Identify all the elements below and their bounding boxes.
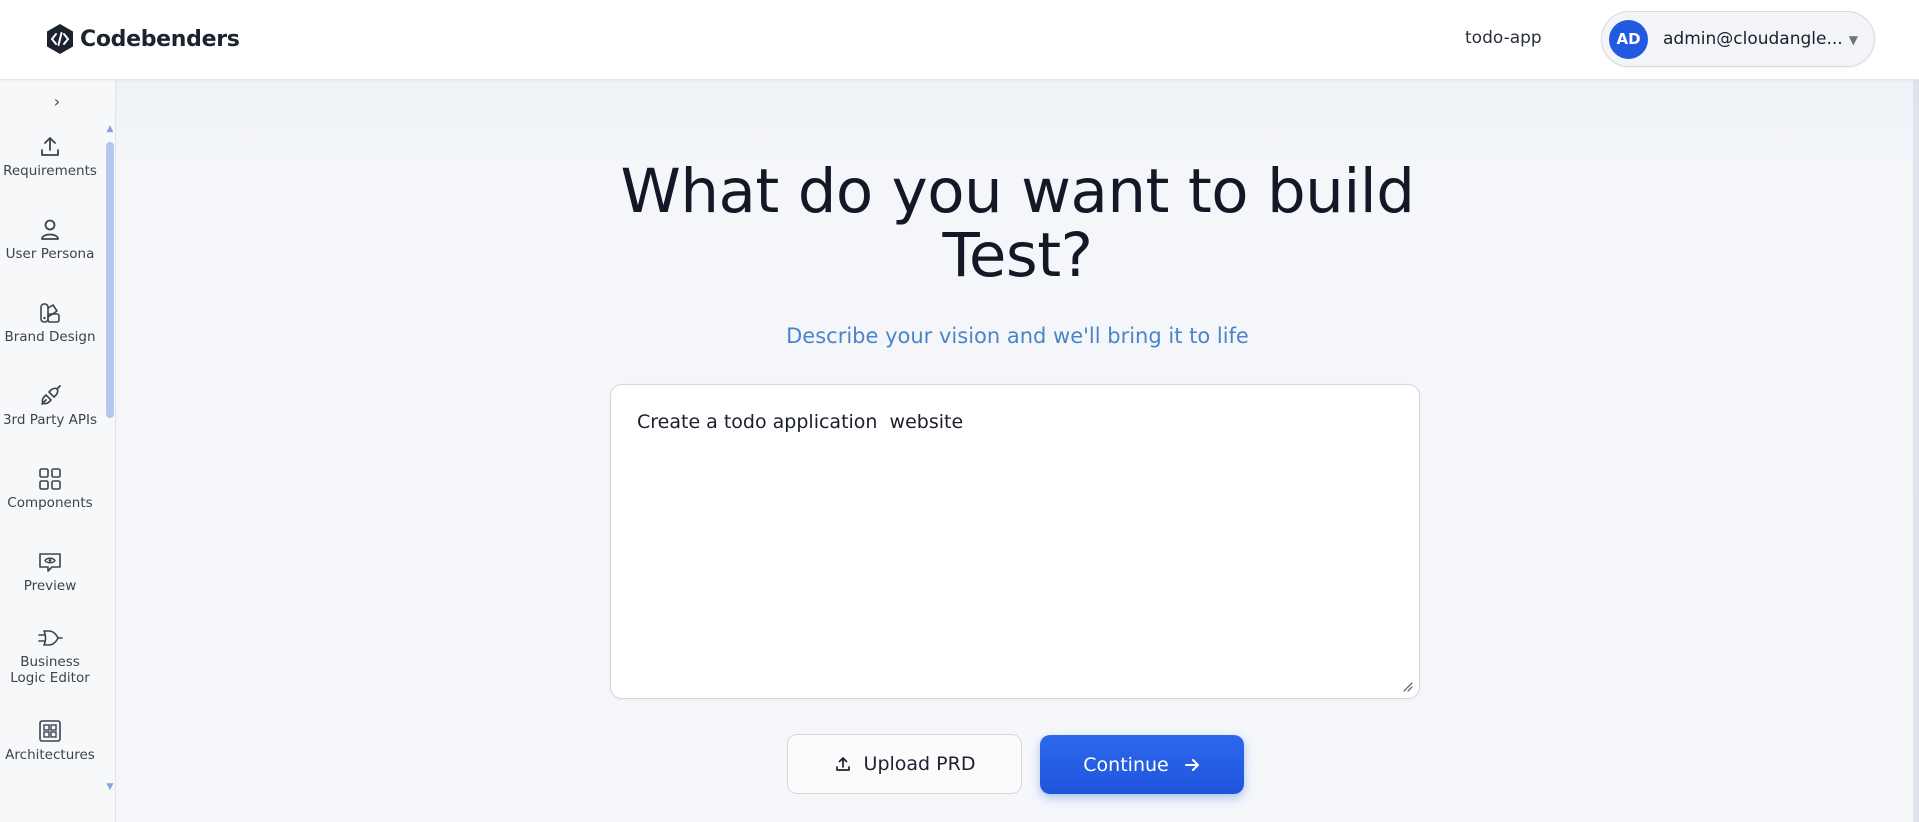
prompt-textarea[interactable]: Create a todo application website [610,384,1420,699]
scroll-down-arrow-icon[interactable]: ▼ [105,782,115,792]
resize-handle-icon[interactable] [1403,682,1413,692]
avatar: AD [1609,19,1648,59]
sidebar-item-architectures[interactable]: Architectures [0,718,100,763]
sidebar-item-user-persona[interactable]: User Persona [0,217,100,262]
sidebar-item-label: Components [7,495,93,511]
code-hexagon-icon [44,22,76,56]
plug-icon [41,385,61,405]
prompt-text[interactable]: Create a todo application website [637,411,1393,433]
chevron-right-icon[interactable]: › [44,90,70,112]
sidebar-item-label-line-2: Logic Editor [10,670,90,686]
sidebar: › Requirements User Persona Brand Design [0,80,116,822]
brand-logo[interactable]: Codebenders [44,22,240,56]
sidebar-item-business-logic-editor[interactable]: Business Logic Editor [0,625,100,686]
project-name[interactable]: todo-app [1465,28,1542,48]
palette-icon [40,303,60,323]
sidebar-item-label: Preview [23,578,77,594]
sidebar-item-components[interactable]: Components [0,466,100,511]
upload-icon [835,757,850,771]
sidebar-item-label: 3rd Party APIs [2,412,98,428]
upload-prd-label: Upload PRD [863,753,976,775]
continue-button[interactable]: Continue [1040,735,1244,794]
upload-prd-button[interactable]: Upload PRD [787,734,1022,794]
page-title-line-1: What do you want to build [620,156,1415,227]
sidebar-item-3rd-party-apis[interactable]: 3rd Party APIs [0,383,100,428]
grid-icon [39,468,61,490]
continue-label: Continue [1083,753,1169,776]
user-email: admin@cloudangle... [1663,29,1843,49]
sidebar-item-label: User Persona [5,246,95,262]
layout-icon [39,720,61,742]
arrow-right-icon [1184,758,1199,771]
page-title: What do you want to build Test? [116,160,1919,288]
page-subtitle: Describe your vision and we'll bring it … [786,324,1249,348]
logic-gate-icon [38,630,63,646]
brand-name: Codebenders [80,26,240,52]
sidebar-item-preview[interactable]: Preview [0,549,100,594]
sidebar-item-brand-design[interactable]: Brand Design [0,300,100,345]
sidebar-scrollbar-thumb[interactable] [106,142,114,418]
user-icon [41,219,59,240]
user-menu[interactable]: AD admin@cloudangle... ▼ [1601,11,1875,67]
sidebar-item-label-line-1: Business [20,654,80,670]
top-header: Codebenders todo-app AD admin@cloudangle… [0,0,1919,80]
sidebar-item-label: Architectures [5,747,95,763]
caret-down-icon: ▼ [1848,33,1858,47]
page-title-line-2: Test? [942,220,1094,291]
upload-icon [41,137,59,156]
sidebar-item-label: Brand Design [4,329,96,345]
sidebar-item-label: Requirements [3,163,97,179]
sidebar-item-requirements[interactable]: Requirements [0,134,100,179]
scroll-up-arrow-icon[interactable]: ▲ [105,124,115,134]
eye-icon [39,553,61,572]
